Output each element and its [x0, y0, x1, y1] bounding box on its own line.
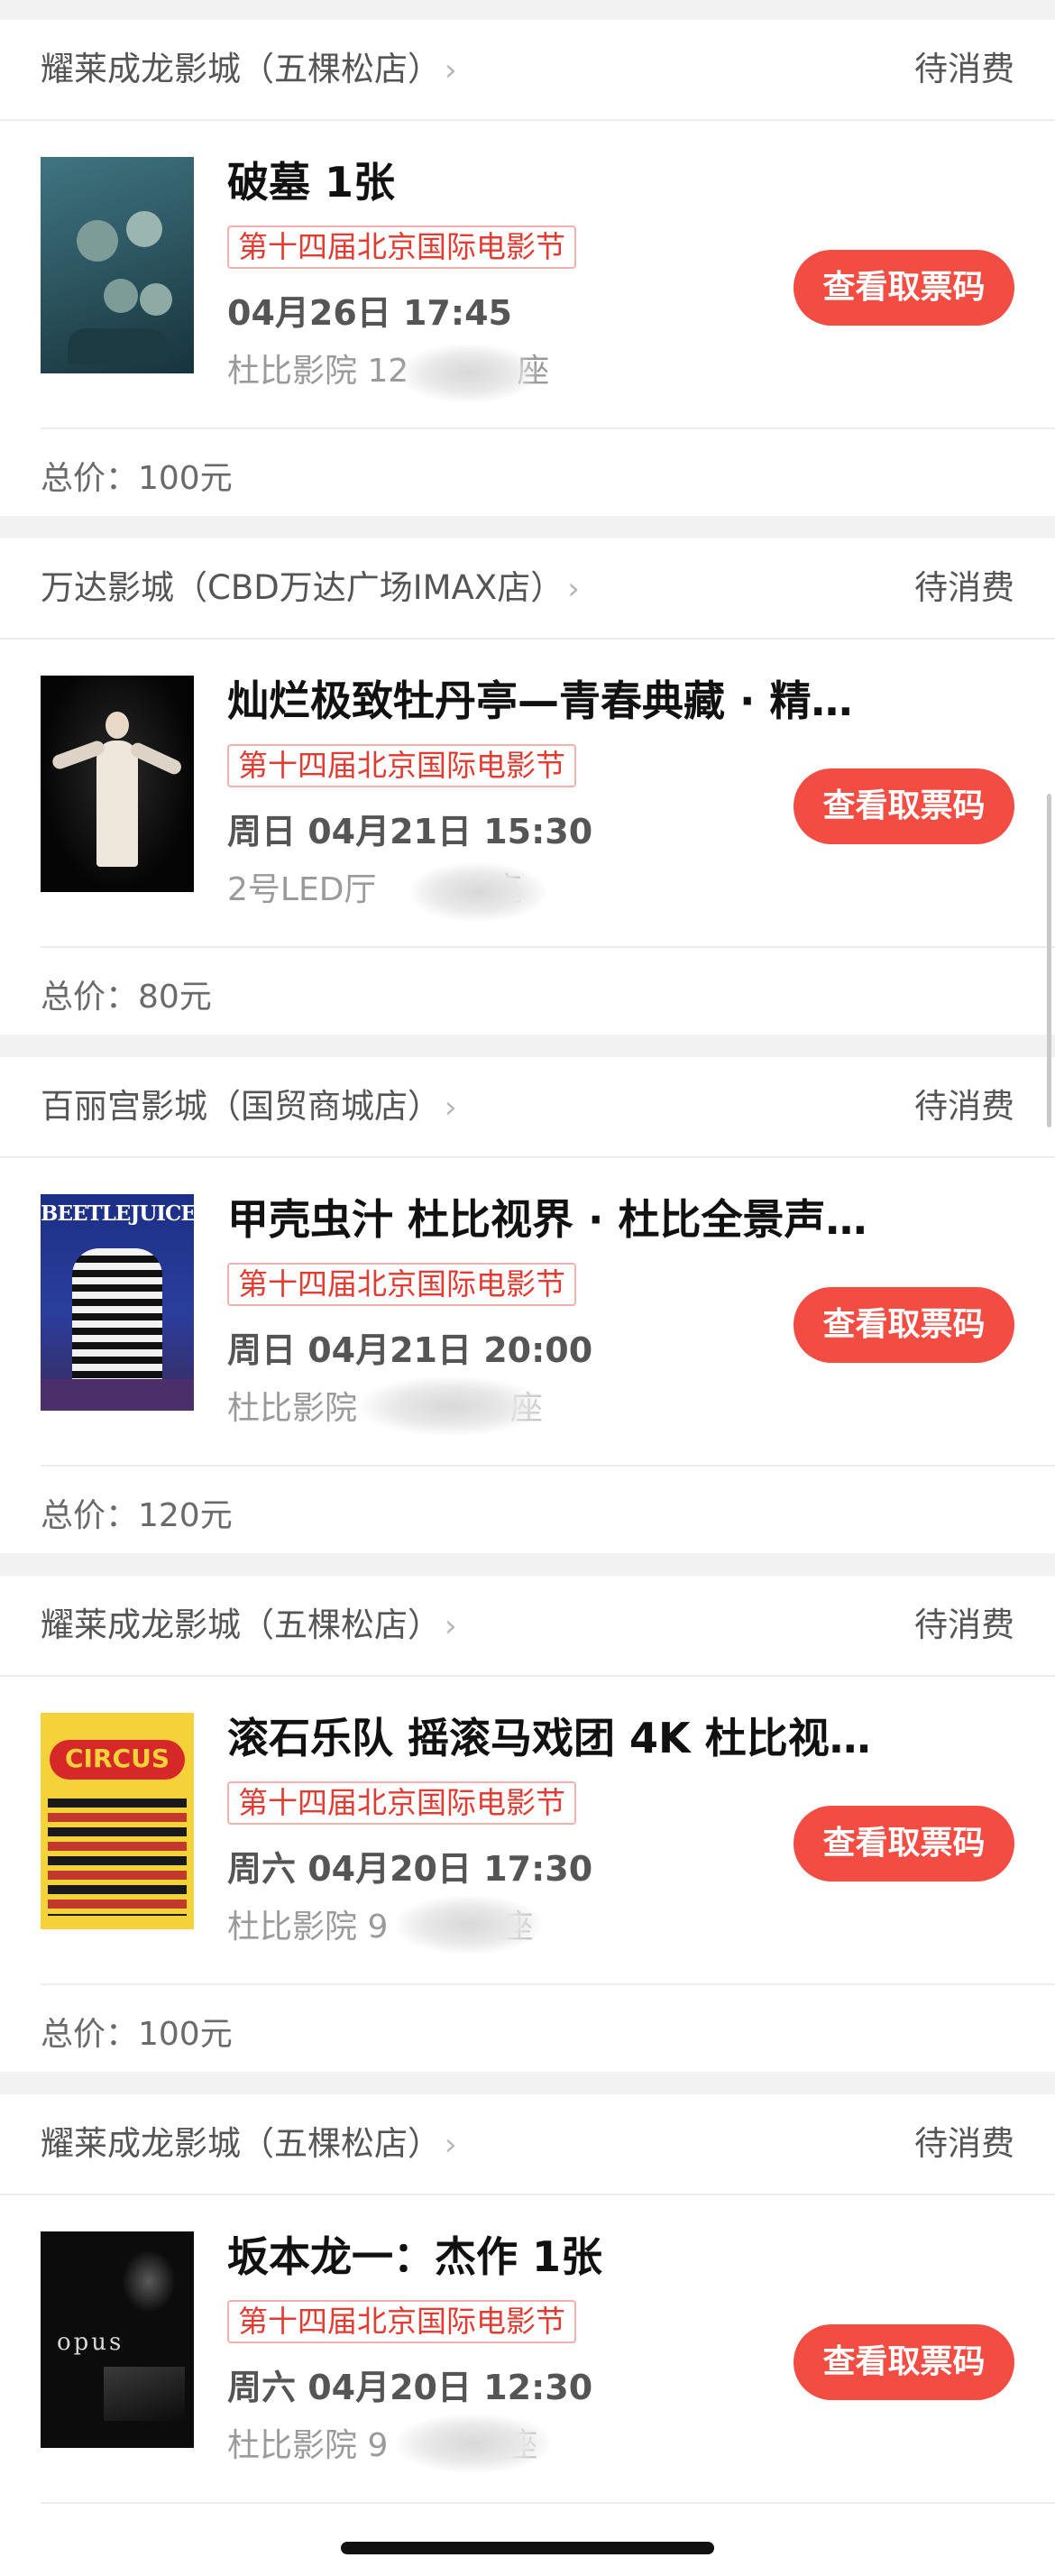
showtime: 周六 04月20日 12:30 — [227, 2368, 593, 2407]
order-card: 万达影城（CBD万达广场IMAX店） › 待消费 灿烂极致牡丹亭—青春典藏 · 精… — [0, 538, 1055, 1035]
chevron-right-icon: › — [567, 571, 580, 607]
festival-tag: 第十四届北京国际电影节 — [227, 2300, 576, 2343]
movie-poster[interactable]: opus — [41, 2231, 194, 2448]
movie-title[interactable]: 灿烂极致牡丹亭—青春典藏 · 精… — [227, 674, 913, 728]
order-status: 待消费 — [914, 2124, 1014, 2163]
showtime: 周日 04月21日 20:00 — [227, 1330, 593, 1370]
view-ticket-code-button[interactable]: 查看取票码 — [794, 1806, 1014, 1881]
redacted-seat-blur — [401, 345, 537, 402]
chevron-right-icon: › — [445, 2127, 457, 2163]
movie-title[interactable]: 破墓 1张 — [227, 155, 913, 209]
scrollbar[interactable] — [1047, 794, 1051, 1127]
showtime: 周六 04月20日 17:30 — [227, 1849, 593, 1889]
cinema-link[interactable]: 耀莱成龙影城（五棵松店） › — [41, 2121, 457, 2167]
order-card-header: 百丽宫影城（国贸商城店） › 待消费 — [0, 1057, 1055, 1158]
redacted-seat-blur — [361, 1377, 541, 1435]
festival-tag: 第十四届北京国际电影节 — [227, 1263, 576, 1306]
order-card: 耀莱成龙影城（五棵松店） › 待消费 opus 坂本龙一：杰作 1张 第十四届北京… — [0, 2094, 1055, 2576]
total-price: 总价：80元 — [41, 979, 212, 1016]
movie-poster[interactable]: CIRCUS — [41, 1713, 194, 1929]
redacted-seat-blur — [397, 2415, 550, 2472]
divider — [41, 428, 1055, 429]
cinema-link[interactable]: 耀莱成龙影城（五棵松店） › — [41, 47, 457, 93]
movie-poster[interactable] — [41, 157, 194, 373]
chevron-right-icon: › — [445, 52, 457, 88]
order-card-header: 耀莱成龙影城（五棵松店） › 待消费 — [0, 1576, 1055, 1677]
home-indicator[interactable] — [341, 2542, 714, 2554]
movie-title[interactable]: 坂本龙一：杰作 1张 — [227, 2230, 913, 2284]
cinema-link[interactable]: 万达影城（CBD万达广场IMAX店） › — [41, 566, 580, 612]
movie-poster[interactable]: BEETLEJUICE — [41, 1194, 194, 1411]
order-status: 待消费 — [914, 50, 1014, 88]
showtime: 周日 04月21日 15:30 — [227, 812, 593, 851]
poster-title-text: opus — [57, 2329, 124, 2356]
order-status: 待消费 — [914, 1087, 1014, 1126]
redacted-seat-blur — [397, 1896, 541, 1954]
movie-title[interactable]: 滚石乐队 摇滚马戏团 4K 杜比视… — [227, 1711, 913, 1765]
poster-title-text: BEETLEJUICE — [41, 1201, 194, 1226]
cinema-link[interactable]: 耀莱成龙影城（五棵松店） › — [41, 1603, 457, 1649]
order-card: 百丽宫影城（国贸商城店） › 待消费 BEETLEJUICE 甲壳虫汁 杜比视界 … — [0, 1057, 1055, 1553]
cinema-link[interactable]: 百丽宫影城（国贸商城店） › — [41, 1084, 457, 1130]
divider — [41, 2502, 1055, 2504]
order-card: 耀莱成龙影城（五棵松店） › 待消费 破墓 1张 第十四届北京国际电影节 04月2… — [0, 20, 1055, 516]
order-status: 待消费 — [914, 1605, 1014, 1644]
divider — [41, 1465, 1055, 1467]
total-price: 总价：100元 — [41, 460, 233, 497]
order-card-header: 耀莱成龙影城（五棵松店） › 待消费 — [0, 2094, 1055, 2195]
order-list-page: 耀莱成龙影城（五棵松店） › 待消费 破墓 1张 第十四届北京国际电影节 04月2… — [0, 0, 1055, 2576]
movie-title[interactable]: 甲壳虫汁 杜比视界 · 杜比全景声… — [227, 1192, 913, 1247]
festival-tag: 第十四届北京国际电影节 — [227, 744, 576, 787]
showtime: 04月26日 17:45 — [227, 293, 512, 333]
order-status: 待消费 — [914, 568, 1014, 607]
chevron-right-icon: › — [445, 1090, 457, 1126]
order-card: 耀莱成龙影城（五棵松店） › 待消费 CIRCUS 滚石乐队 摇滚马戏团 4K 杜… — [0, 1576, 1055, 2072]
redacted-seat-blur — [410, 863, 546, 921]
poster-title-text: CIRCUS — [65, 1743, 170, 1773]
divider — [41, 946, 1055, 948]
view-ticket-code-button[interactable]: 查看取票码 — [794, 768, 1014, 844]
total-price: 总价：100元 — [41, 2016, 233, 2053]
order-card-header: 万达影城（CBD万达广场IMAX店） › 待消费 — [0, 538, 1055, 639]
total-price: 总价：120元 — [41, 1497, 233, 1534]
view-ticket-code-button[interactable]: 查看取票码 — [794, 2324, 1014, 2400]
order-card-header: 耀莱成龙影城（五棵松店） › 待消费 — [0, 20, 1055, 121]
divider — [41, 1983, 1055, 1985]
view-ticket-code-button[interactable]: 查看取票码 — [794, 250, 1014, 326]
view-ticket-code-button[interactable]: 查看取票码 — [794, 1287, 1014, 1363]
chevron-right-icon: › — [445, 1608, 457, 1644]
movie-poster[interactable] — [41, 676, 194, 892]
festival-tag: 第十四届北京国际电影节 — [227, 225, 576, 269]
festival-tag: 第十四届北京国际电影节 — [227, 1781, 576, 1825]
